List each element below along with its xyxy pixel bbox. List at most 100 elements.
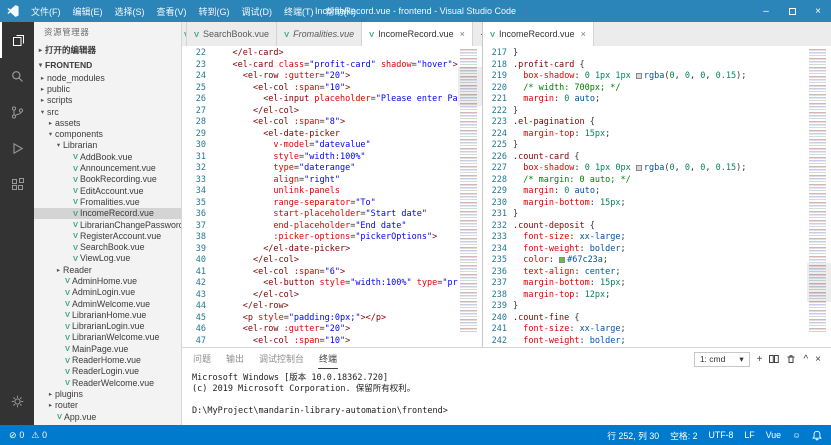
- open-editors-section[interactable]: ▸ 打开的编辑器: [34, 42, 181, 57]
- folder-scripts[interactable]: ▸scripts: [34, 95, 181, 106]
- folder-Reader[interactable]: ▸Reader: [34, 264, 181, 275]
- code-line[interactable]: :picker-options="pickerOptions">: [212, 232, 458, 244]
- file-EditAccount.vue[interactable]: VEditAccount.vue: [34, 185, 181, 196]
- code-line[interactable]: v-model="datevalue": [212, 140, 458, 152]
- maximize-button[interactable]: [779, 0, 805, 22]
- code-line[interactable]: }: [513, 301, 807, 313]
- code-line[interactable]: /* width: 700px; */: [513, 83, 807, 95]
- code-line[interactable]: }: [513, 209, 807, 221]
- file-SearchBook.vue[interactable]: VSearchBook.vue: [34, 241, 181, 252]
- status-indentation[interactable]: 空格: 2: [670, 429, 697, 442]
- menu-item[interactable]: 选择(S): [109, 2, 151, 21]
- menu-item[interactable]: 文件(F): [25, 2, 67, 21]
- panel-tab-调试控制台[interactable]: 调试控制台: [258, 349, 305, 369]
- editor-more-actions-icon[interactable]: ···: [473, 22, 482, 46]
- folder-src[interactable]: ▾src: [34, 106, 181, 117]
- code-line[interactable]: margin: 0 auto;: [513, 94, 807, 106]
- code-line[interactable]: <el-card class="profit-card" shadow="hov…: [212, 60, 458, 72]
- code-line[interactable]: </el-col>: [212, 106, 458, 118]
- code-line[interactable]: margin-bottom: 15px;: [513, 198, 807, 210]
- manage-gear[interactable]: [0, 383, 34, 419]
- code-line[interactable]: unlink-panels: [212, 186, 458, 198]
- code-line[interactable]: </el-col>: [212, 255, 458, 267]
- code-line[interactable]: <el-col :span="10">: [212, 83, 458, 95]
- code-line[interactable]: start-placeholder="Start date": [212, 209, 458, 221]
- panel-tab-输出[interactable]: 输出: [225, 349, 245, 369]
- menu-item[interactable]: 调试(D): [236, 2, 279, 21]
- menu-item[interactable]: 编辑(E): [67, 2, 109, 21]
- code-line[interactable]: </el-date-picker>: [212, 244, 458, 256]
- activity-source-control[interactable]: [0, 94, 34, 130]
- code-line[interactable]: <el-row :gutter="20">: [212, 71, 458, 83]
- terminal-selector[interactable]: 1: cmd ▾: [694, 352, 750, 367]
- code-line[interactable]: </el-col>: [212, 290, 458, 302]
- code-line[interactable]: /* margin: 0 auto; */: [513, 175, 807, 187]
- feedback-smiley-icon[interactable]: ☺: [792, 430, 801, 440]
- code-line[interactable]: }: [513, 106, 807, 118]
- code-line[interactable]: <el-col :span="6">: [212, 267, 458, 279]
- file-App.vue[interactable]: VApp.vue: [34, 411, 181, 422]
- code-line[interactable]: style="width:100%": [212, 152, 458, 164]
- file-AdminLogin.vue[interactable]: VAdminLogin.vue: [34, 287, 181, 298]
- file-ReaderWelcome.vue[interactable]: VReaderWelcome.vue: [34, 377, 181, 388]
- code-line[interactable]: <el-col :span="8">: [212, 117, 458, 129]
- file-AddBook.vue[interactable]: VAddBook.vue: [34, 151, 181, 162]
- code-line[interactable]: margin-top: 12px;: [513, 290, 807, 302]
- status-cursor-position[interactable]: 行 252, 列 30: [607, 429, 659, 442]
- close-panel-button[interactable]: ×: [815, 354, 821, 365]
- file-ViewLog.vue[interactable]: VViewLog.vue: [34, 253, 181, 264]
- code-line[interactable]: box-shadow: 0 1px 1px rgba(0, 0, 0, 0.15…: [513, 71, 807, 83]
- editor-tab-IncomeRecord.vue[interactable]: VIncomeRecord.vue×: [483, 22, 594, 46]
- code-line[interactable]: .count-card {: [513, 152, 807, 164]
- code-line[interactable]: <p style="padding:0px;"></p>: [212, 313, 458, 325]
- activity-search[interactable]: [0, 58, 34, 94]
- status-encoding[interactable]: UTF-8: [708, 429, 733, 442]
- code-line[interactable]: <el-row :gutter="20">: [212, 324, 458, 336]
- file-AdminHome.vue[interactable]: VAdminHome.vue: [34, 275, 181, 286]
- menu-item[interactable]: 查看(V): [151, 2, 193, 21]
- code-line[interactable]: end-placeholder="End date": [212, 221, 458, 233]
- editor-tab-Fromalities.vue[interactable]: VFromalities.vue: [277, 22, 362, 46]
- editor-tab-SearchBook.vue[interactable]: VSearchBook.vue: [187, 22, 277, 46]
- menu-item[interactable]: 终端(T): [278, 2, 320, 21]
- file-BookRecording.vue[interactable]: VBookRecording.vue: [34, 174, 181, 185]
- code-line[interactable]: .el-pagination {: [513, 117, 807, 129]
- file-LibrarianChangePassword.vue[interactable]: VLibrarianChangePassword.vue: [34, 219, 181, 230]
- code-line[interactable]: <el-date-picker: [212, 129, 458, 141]
- code-line[interactable]: margin-bottom: 15px;: [513, 278, 807, 290]
- file-AdminWelcome.vue[interactable]: VAdminWelcome.vue: [34, 298, 181, 309]
- maximize-panel-button[interactable]: ^: [803, 354, 808, 365]
- code-line[interactable]: font-size: xx-large;: [513, 324, 807, 336]
- code-line[interactable]: font-weight: bolder;: [513, 336, 807, 348]
- file-ReaderLogin.vue[interactable]: VReaderLogin.vue: [34, 366, 181, 377]
- folder-node_modules[interactable]: ▸node_modules: [34, 72, 181, 83]
- activity-extensions[interactable]: [0, 166, 34, 202]
- code-line[interactable]: .count-fine {: [513, 313, 807, 325]
- kill-terminal-button[interactable]: [786, 354, 796, 364]
- panel-tab-终端[interactable]: 终端: [318, 349, 338, 369]
- folder-plugins[interactable]: ▸plugins: [34, 388, 181, 399]
- code-line[interactable]: </el-card>: [212, 48, 458, 60]
- folder-assets[interactable]: ▸assets: [34, 117, 181, 128]
- new-terminal-button[interactable]: +: [757, 354, 763, 365]
- code-line[interactable]: font-size: xx-large;: [513, 232, 807, 244]
- folder-Librarian[interactable]: ▾Librarian: [34, 140, 181, 151]
- file-LibrarianLogin.vue[interactable]: VLibrarianLogin.vue: [34, 321, 181, 332]
- status-eol[interactable]: LF: [744, 429, 754, 442]
- status-language-mode[interactable]: Vue: [766, 429, 781, 442]
- file-LibrarianHome.vue[interactable]: VLibrarianHome.vue: [34, 309, 181, 320]
- code-line[interactable]: margin-top: 15px;: [513, 129, 807, 141]
- file-Announcement.vue[interactable]: VAnnouncement.vue: [34, 162, 181, 173]
- activity-debug[interactable]: [0, 130, 34, 166]
- folder-router[interactable]: ▸router: [34, 400, 181, 411]
- code-line[interactable]: type="daterange": [212, 163, 458, 175]
- close-tab-icon[interactable]: ×: [460, 29, 465, 39]
- problems-status[interactable]: ⊘ 0 ⚠ 0: [9, 430, 47, 441]
- code-line[interactable]: </el-row>: [212, 301, 458, 313]
- minimap-right[interactable]: [807, 46, 831, 347]
- code-line[interactable]: .count-deposit {: [513, 221, 807, 233]
- terminal-content[interactable]: Microsoft Windows [版本 10.0.18362.720](c)…: [182, 370, 831, 425]
- code-editor-left[interactable]: </el-card> <el-card class="profit-card" …: [212, 46, 458, 347]
- close-button[interactable]: ×: [805, 0, 831, 22]
- code-line[interactable]: <el-button style="width:100%" type="prim…: [212, 278, 458, 290]
